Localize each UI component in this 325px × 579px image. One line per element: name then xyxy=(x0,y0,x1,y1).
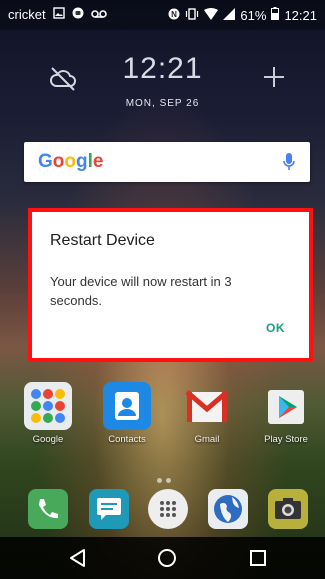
gmail-icon xyxy=(183,382,231,430)
signal-icon xyxy=(223,7,236,23)
app-notification-icon xyxy=(72,7,84,22)
app-google-folder[interactable]: Google xyxy=(18,382,78,454)
page-indicator xyxy=(155,470,173,488)
camera-icon[interactable] xyxy=(266,487,310,531)
dialog-title: Restart Device xyxy=(50,232,155,249)
app-contacts[interactable]: Contacts xyxy=(97,382,157,454)
contacts-icon xyxy=(103,382,151,430)
play-store-icon xyxy=(262,382,310,430)
google-search-bar[interactable]: Google xyxy=(24,142,310,182)
ok-button[interactable]: OK xyxy=(266,321,285,335)
phone-icon[interactable] xyxy=(26,487,70,531)
back-icon[interactable] xyxy=(66,546,90,570)
battery-icon xyxy=(271,7,280,23)
nfc-icon: N xyxy=(168,8,180,23)
app-label: Play Store xyxy=(264,434,308,445)
app-label: Google xyxy=(32,434,64,445)
app-gmail[interactable]: Gmail xyxy=(177,382,237,454)
wifi-icon xyxy=(204,7,219,23)
app-play-store[interactable]: Play Store xyxy=(256,382,316,454)
app-drawer-icon[interactable] xyxy=(146,487,190,531)
navigation-bar xyxy=(0,537,325,579)
page-dot xyxy=(157,478,162,483)
clock-date: MON, SEP 26 xyxy=(125,98,200,109)
restart-dialog: Restart Device Your device will now rest… xyxy=(28,208,313,362)
messages-icon[interactable] xyxy=(87,487,131,531)
app-label: Contacts xyxy=(108,434,146,445)
status-time: 12:21 xyxy=(284,7,317,23)
mic-icon[interactable] xyxy=(282,152,296,172)
app-label: Gmail xyxy=(194,434,220,445)
add-icon[interactable] xyxy=(262,65,286,89)
voicemail-icon xyxy=(90,7,107,22)
google-folder-icon xyxy=(24,382,72,430)
vibrate-icon xyxy=(185,7,199,23)
image-notification-icon xyxy=(52,7,65,22)
home-icon[interactable] xyxy=(155,546,179,570)
browser-icon[interactable] xyxy=(206,487,250,531)
carrier-label: cricket xyxy=(8,7,46,22)
google-logo: Google xyxy=(38,151,104,172)
battery-percent: 61% xyxy=(240,7,267,23)
svg-text:N: N xyxy=(172,10,178,19)
status-bar: cricket N 61% 12:21 xyxy=(0,0,325,30)
dialog-message: Your device will now restart in 3 second… xyxy=(50,274,232,308)
recents-icon[interactable] xyxy=(246,546,270,570)
page-dot xyxy=(166,478,171,483)
cloud-off-icon[interactable] xyxy=(48,64,78,94)
